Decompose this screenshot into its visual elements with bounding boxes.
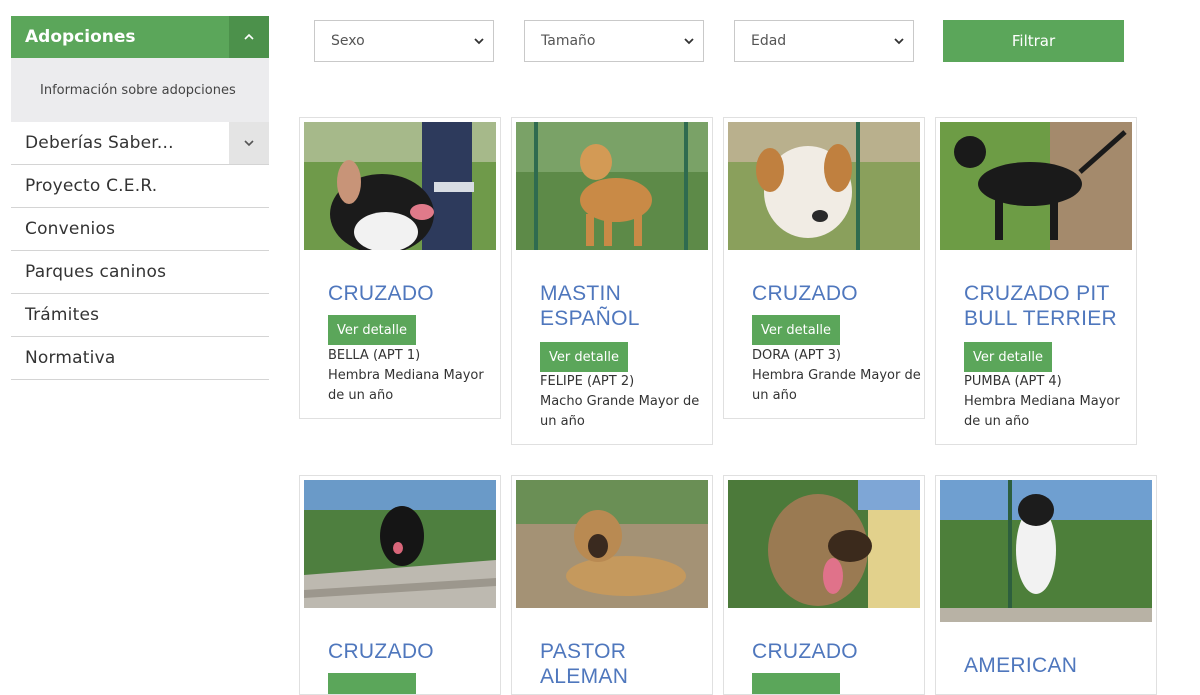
- sidebar-item-parques-caninos[interactable]: Parques caninos: [11, 251, 269, 294]
- dog-breed: PASTOR ALEMAN: [540, 640, 629, 688]
- dog-breed: CRUZADO: [328, 282, 434, 305]
- dog-name: BELLA (APT 1): [328, 348, 421, 363]
- dog-card: CRUZADO PIT BULL TERRIER Ver detalle PUM…: [935, 117, 1137, 445]
- dog-photo[interactable]: [728, 122, 920, 250]
- chevron-down-icon: [684, 38, 694, 45]
- dog-photo[interactable]: [940, 480, 1152, 622]
- ver-detalle-button[interactable]: [328, 673, 416, 694]
- dog-card: CRUZADO: [299, 475, 501, 695]
- ver-detalle-button[interactable]: [752, 673, 840, 694]
- dog-details: Hembra Mediana Mayor de un año: [328, 368, 484, 403]
- dog-name: PUMBA (APT 4): [964, 374, 1062, 389]
- ver-detalle-button[interactable]: Ver detalle: [752, 315, 840, 345]
- dog-card: MASTIN ESPAÑOL Ver detalle FELIPE (APT 2…: [511, 117, 713, 445]
- sidebar-subitem-label: Información sobre adopciones: [40, 82, 236, 98]
- dog-card: CRUZADO Ver detalle BELLA (APT 1) Hembra…: [299, 117, 501, 419]
- dog-name: DORA (APT 3): [752, 348, 841, 363]
- chevron-down-icon: [474, 38, 484, 45]
- dog-card: CRUZADO Ver detalle DORA (APT 3) Hembra …: [723, 117, 925, 419]
- sidebar-item-normativa[interactable]: Normativa: [11, 337, 269, 380]
- tamano-select-value: Tamaño: [541, 33, 596, 49]
- dog-card: AMERICAN: [935, 475, 1157, 695]
- sidebar-section-label: Adopciones: [25, 27, 136, 47]
- sidebar-item-label: Deberías Saber...: [25, 133, 174, 153]
- dog-breed: MASTIN ESPAÑOL: [540, 282, 640, 330]
- filtrar-button[interactable]: Filtrar: [943, 20, 1124, 62]
- sidebar-item-convenios[interactable]: Convenios: [11, 208, 269, 251]
- dog-photo[interactable]: [516, 122, 708, 250]
- ver-detalle-button[interactable]: Ver detalle: [328, 315, 416, 345]
- chevron-up-icon[interactable]: [229, 16, 269, 58]
- sexo-select-value: Sexo: [331, 33, 365, 49]
- dog-photo[interactable]: [728, 480, 920, 608]
- dog-photo[interactable]: [516, 480, 708, 608]
- dog-breed: CRUZADO: [328, 640, 434, 663]
- dog-photo[interactable]: [940, 122, 1132, 250]
- sidebar-item-deberias-saber[interactable]: Deberías Saber...: [11, 122, 269, 165]
- ver-detalle-button[interactable]: Ver detalle: [964, 342, 1052, 372]
- dog-card: PASTOR ALEMAN: [511, 475, 713, 695]
- dog-breed: AMERICAN: [964, 654, 1078, 677]
- sidebar-subitem-info-adopciones[interactable]: Información sobre adopciones: [11, 58, 269, 122]
- dog-details: Hembra Mediana Mayor de un año: [964, 394, 1120, 429]
- sidebar-item-tramites[interactable]: Trámites: [11, 294, 269, 337]
- dog-breed: CRUZADO: [752, 282, 858, 305]
- sidebar-item-label: Parques caninos: [25, 262, 167, 282]
- dog-card: CRUZADO: [723, 475, 925, 695]
- edad-select[interactable]: Edad: [734, 20, 914, 62]
- sidebar-item-proyecto-cer[interactable]: Proyecto C.E.R.: [11, 165, 269, 208]
- sidebar-nav: Adopciones Información sobre adopciones …: [11, 16, 269, 380]
- sidebar-item-label: Convenios: [25, 219, 116, 239]
- dog-photo[interactable]: [304, 480, 496, 608]
- tamano-select[interactable]: Tamaño: [524, 20, 704, 62]
- sidebar-item-label: Trámites: [25, 305, 100, 325]
- dog-breed: CRUZADO PIT BULL TERRIER: [964, 282, 1117, 330]
- dog-breed: CRUZADO: [752, 640, 858, 663]
- dog-details: Macho Grande Mayor de un año: [540, 394, 700, 429]
- chevron-down-icon[interactable]: [229, 122, 269, 164]
- chevron-down-icon: [894, 38, 904, 45]
- sexo-select[interactable]: Sexo: [314, 20, 494, 62]
- dog-name: FELIPE (APT 2): [540, 374, 635, 389]
- sidebar-section-adopciones[interactable]: Adopciones: [11, 16, 269, 58]
- sidebar-item-label: Proyecto C.E.R.: [25, 176, 158, 196]
- dog-details: Hembra Grande Mayor de un año: [752, 368, 921, 403]
- ver-detalle-button[interactable]: Ver detalle: [540, 342, 628, 372]
- edad-select-value: Edad: [751, 33, 787, 49]
- dog-photo[interactable]: [304, 122, 496, 250]
- sidebar-item-label: Normativa: [25, 348, 116, 368]
